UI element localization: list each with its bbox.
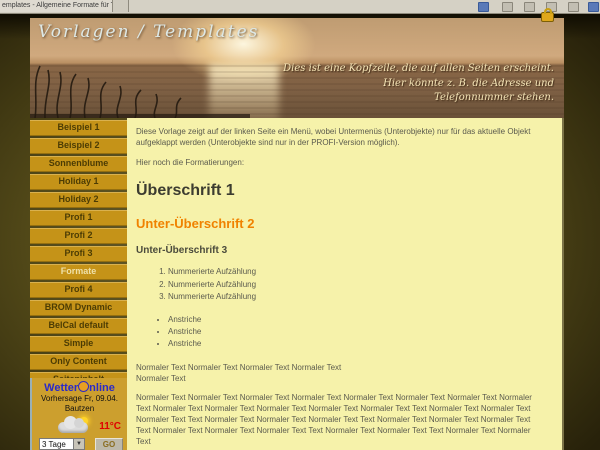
logo-text: nline: [89, 382, 115, 394]
header-tagline: Dies ist eine Kopfzeile, die auf allen S…: [283, 62, 554, 106]
sidebar-item-beispiel-2[interactable]: Beispiel 2: [30, 138, 127, 154]
browser-window: emplates - Allgemeine Formate für Texte …: [0, 0, 600, 450]
bullet-list-item: Anstriche: [168, 338, 546, 350]
numbered-list: Nummerierte Aufzählung Nummerierte Aufzä…: [136, 266, 546, 303]
main-content: Diese Vorlage zeigt auf der linken Seite…: [127, 118, 564, 450]
logo-text: Wetter: [44, 382, 78, 394]
normal-text-paragraph: Normaler Text Normaler Text Normaler Tex…: [136, 393, 546, 447]
browser-tab-bar: emplates - Allgemeine Formate für Texte …: [0, 0, 600, 14]
chevron-down-icon[interactable]: ▼: [73, 439, 84, 449]
bullet-list-item: Anstriche: [168, 326, 546, 338]
sidebar-item-beispiel-1[interactable]: Beispiel 1: [30, 120, 127, 136]
bullet-list-item: Anstriche: [168, 314, 546, 326]
sidebar-item-simple[interactable]: Simple: [30, 336, 127, 352]
sidebar-item-formate[interactable]: Formate: [30, 264, 127, 280]
sidebar-item-profi-3[interactable]: Profi 3: [30, 246, 127, 262]
browser-toolbar-icon[interactable]: [502, 2, 513, 12]
sidebar-item-holiday-2[interactable]: Holiday 2: [30, 192, 127, 208]
wetteronline-logo[interactable]: WetterOnline: [32, 381, 127, 394]
bullet-list: Anstriche Anstriche Anstriche: [136, 314, 546, 351]
numbered-list-item: Nummerierte Aufzählung: [168, 266, 546, 278]
browser-toolbar-icon[interactable]: [524, 2, 535, 12]
forecast-range-select[interactable]: 3 Tage ▼: [39, 438, 85, 450]
tagline-line: Dies ist eine Kopfzeile, die auf allen S…: [283, 62, 554, 77]
heading-2: Unter-Überschrift 2: [136, 216, 546, 231]
select-value: 3 Tage: [42, 440, 66, 449]
grass-silhouette: [30, 58, 250, 118]
sidebar-item-brom-dynamic[interactable]: BROM Dynamic: [30, 300, 127, 316]
forecast-row: 11°C: [32, 414, 127, 436]
sidebar-menu: Beispiel 1 Beispiel 2 Sonnenblume Holida…: [30, 120, 127, 408]
sidebar-item-holiday-1[interactable]: Holiday 1: [30, 174, 127, 190]
forecast-city: Bautzen: [32, 404, 127, 414]
tagline-line: Hier könnte z. B. die Adresse und: [283, 77, 554, 92]
site-title: Vorlagen / Templates: [38, 22, 259, 42]
go-button[interactable]: GO: [95, 438, 123, 450]
heading-1: Überschrift 1: [136, 182, 546, 200]
sidebar-item-belcal-default[interactable]: BelCal default: [30, 318, 127, 334]
browser-tab-stub[interactable]: [113, 0, 129, 12]
browser-toolbar-icon[interactable]: [588, 2, 599, 12]
sidebar-item-only-content[interactable]: Only Content: [30, 354, 127, 370]
weather-widget: WetterOnline Vorhersage Fr, 09.04. Bautz…: [30, 378, 127, 450]
sidebar-item-profi-2[interactable]: Profi 2: [30, 228, 127, 244]
sidebar-item-sonnenblume[interactable]: Sonnenblume: [30, 156, 127, 172]
tagline-line: Telefonnummer stehen.: [283, 91, 554, 106]
header-image: Vorlagen / Templates Dies ist eine Kopfz…: [30, 18, 564, 118]
forecast-controls: 3 Tage ▼ GO: [32, 438, 127, 450]
browser-toolbar-icon[interactable]: [568, 2, 579, 12]
cloud-icon: [58, 422, 88, 433]
intro-paragraph: Diese Vorlage zeigt auf der linken Seite…: [136, 127, 546, 149]
browser-tab[interactable]: emplates - Allgemeine Formate für Texte …: [0, 0, 113, 12]
sidebar-item-profi-4[interactable]: Profi 4: [30, 282, 127, 298]
browser-toolbar-icon[interactable]: [478, 2, 489, 12]
sidebar-item-profi-1[interactable]: Profi 1: [30, 210, 127, 226]
normal-text-line: Normaler Text Normaler Text Normaler Tex…: [136, 363, 546, 374]
forecast-date: Vorhersage Fr, 09.04.: [32, 394, 127, 404]
globe-icon: O: [78, 381, 89, 392]
lock-icon: [541, 12, 554, 22]
heading-3: Unter-Überschrift 3: [136, 245, 546, 256]
numbered-list-item: Nummerierte Aufzählung: [168, 279, 546, 291]
browser-tab-title: emplates - Allgemeine Formate für Texte …: [0, 0, 112, 12]
temperature-value: 11°C: [99, 421, 121, 432]
intro-paragraph-2: Hier noch die Formatierungen:: [136, 158, 546, 169]
normal-text-line: Normaler Text: [136, 374, 546, 385]
numbered-list-item: Nummerierte Aufzählung: [168, 291, 546, 303]
